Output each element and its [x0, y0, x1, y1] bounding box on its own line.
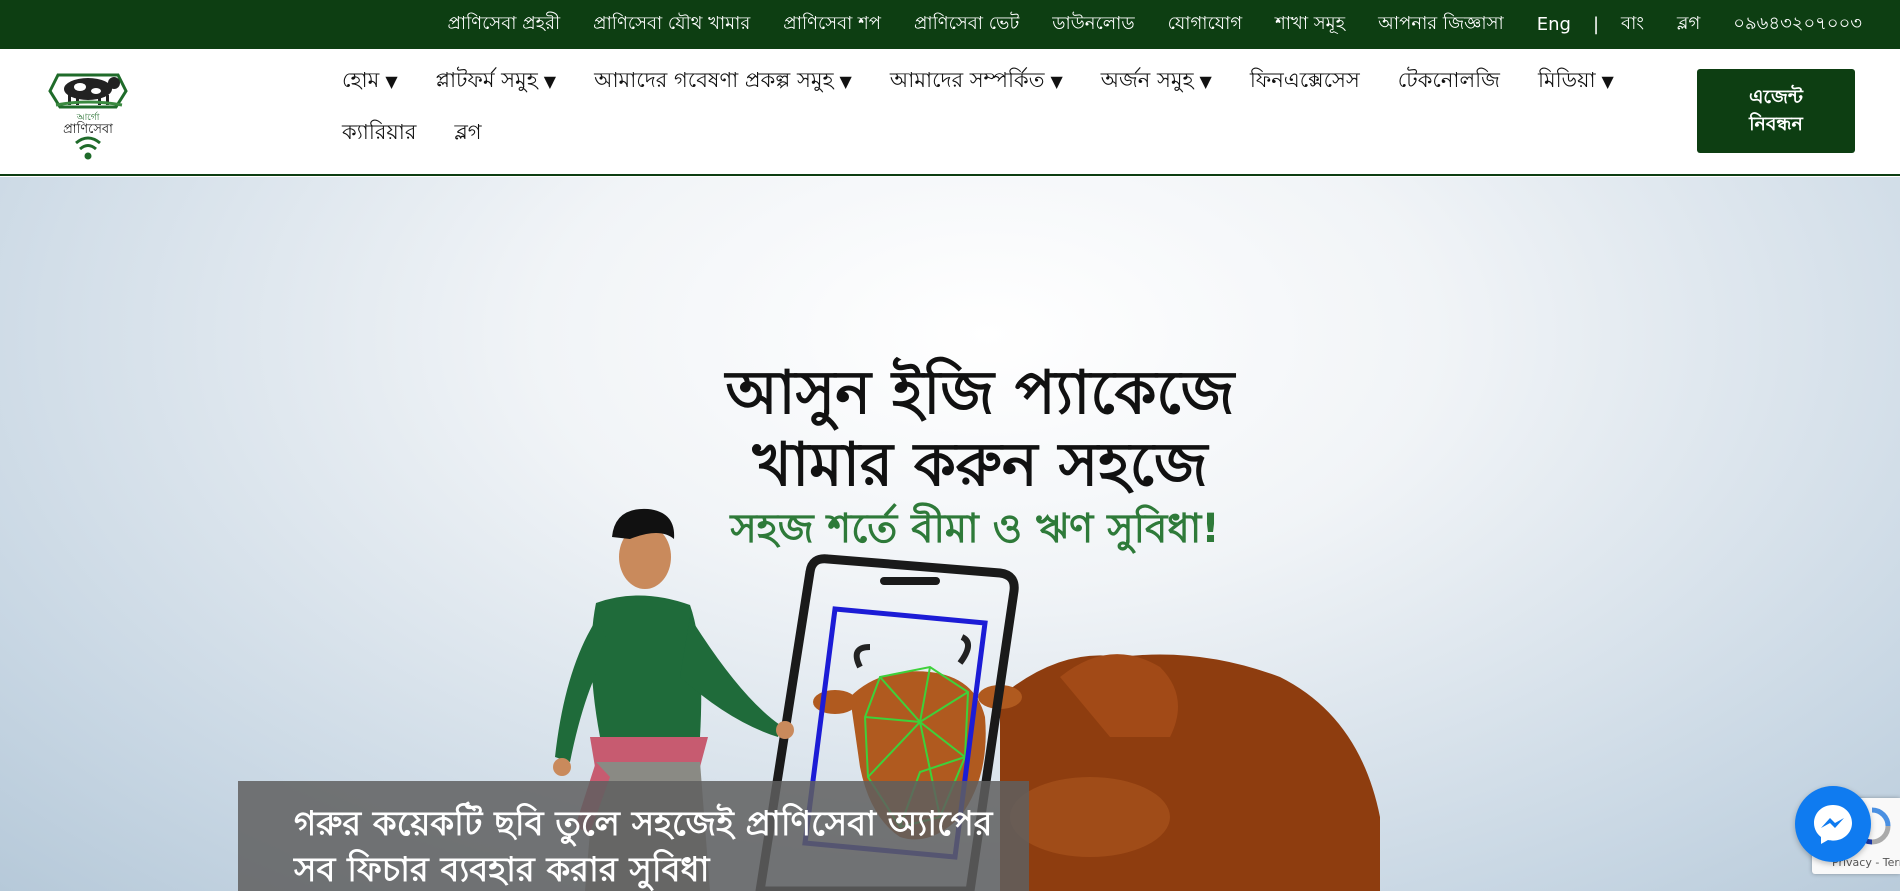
language-english-link[interactable]: Eng [1537, 14, 1571, 35]
caret-down-icon: ▼ [1199, 72, 1212, 91]
topbar-link-blog[interactable]: ব্লগ [1677, 9, 1700, 40]
messenger-chat-button[interactable] [1795, 786, 1871, 862]
agent-button-line1: এজেন্ট [1748, 86, 1804, 108]
site-logo[interactable]: আর্গো প্রাণিসেবা [36, 61, 140, 165]
caret-down-icon: ▼ [1601, 72, 1614, 91]
language-bangla-link[interactable]: বাং [1621, 9, 1644, 40]
nav-item-label: হোম [342, 68, 380, 92]
topbar-link-joutho-khamar[interactable]: প্রাণিসেবা যৌথ খামার [593, 9, 750, 40]
top-bar-links: প্রাণিসেবা প্রহরী প্রাণিসেবা যৌথ খামার প… [414, 0, 1862, 49]
caret-down-icon: ▼ [839, 72, 852, 91]
topbar-link-branches[interactable]: শাখা সমূহ [1275, 9, 1345, 40]
top-bar: প্রাণিসেবা প্রহরী প্রাণিসেবা যৌথ খামার প… [0, 0, 1900, 49]
caret-down-icon: ▼ [385, 72, 398, 91]
nav-item-label: ফিনএক্সেসেস [1249, 68, 1360, 92]
nav-item-label: প্লাটফর্ম সমুহ [435, 68, 538, 92]
nav-item-home[interactable]: হোম ▼ [342, 65, 398, 97]
nav-item-platforms[interactable]: প্লাটফর্ম সমুহ ▼ [436, 65, 556, 97]
nav-item-career[interactable]: ক্যারিয়ার [342, 117, 416, 147]
phone-number[interactable]: ০৯৬৪৩২০৭০০৩ [1733, 9, 1862, 40]
topbar-link-vet[interactable]: প্রাণিসেবা ভেট [914, 9, 1019, 40]
nav-item-label: আমাদের সম্পর্কিত [889, 68, 1045, 92]
nav-item-media[interactable]: মিডিয়া ▼ [1538, 65, 1614, 97]
agent-button-line2: নিবন্ধন [1749, 113, 1803, 135]
caret-down-icon: ▼ [1050, 72, 1063, 91]
topbar-link-contact[interactable]: যোগাযোগ [1168, 9, 1243, 40]
nav-item-label: ব্লগ [454, 120, 482, 144]
nav-item-about[interactable]: আমাদের সম্পর্কিত ▼ [890, 65, 1063, 97]
hero-caption-box: গরুর কয়েকটি ছবি তুলে সহজেই প্রাণিসেবা অ… [238, 781, 1029, 891]
nav-item-label: অর্জন সমুহ [1100, 68, 1194, 92]
messenger-icon [1814, 805, 1852, 844]
topbar-link-prohori[interactable]: প্রাণিসেবা প্রহরী [447, 9, 560, 40]
nav-item-label: টেকনোলজি [1397, 68, 1500, 92]
logo-main-text: প্রাণিসেবা [63, 121, 113, 137]
hero-banner: আসুন ইজি প্যাকেজে খামার করুন সহজে সহজ শর… [0, 177, 1900, 891]
nav-item-label: ক্যারিয়ার [342, 120, 417, 144]
cow-logo-icon: আর্গো প্রাণিসেবা [48, 73, 128, 160]
main-nav: হোম ▼ প্লাটফর্ম সমুহ ▼ আমাদের গবেষণা প্রকল… [342, 65, 1672, 147]
nav-item-achievements[interactable]: অর্জন সমুহ ▼ [1101, 65, 1212, 97]
topbar-link-download[interactable]: ডাউনলোড [1052, 9, 1134, 40]
agent-registration-button[interactable]: এজেন্ট নিবন্ধন [1697, 69, 1855, 153]
nav-item-blog[interactable]: ব্লগ [454, 117, 481, 147]
language-separator: | [1592, 14, 1600, 35]
nav-item-research[interactable]: আমাদের গবেষণা প্রকল্প সমুহ ▼ [594, 65, 852, 97]
main-header: আর্গো প্রাণিসেবা হোম ▼ প্লাটফর্ম সমুহ ▼ আম… [0, 49, 1900, 176]
hero-caption-text: গরুর কয়েকটি ছবি তুলে সহজেই প্রাণিসেবা অ… [294, 804, 993, 890]
topbar-link-shop[interactable]: প্রাণিসেবা শপ [783, 9, 881, 40]
nav-item-finaccesses[interactable]: ফিনএক্সেসেস [1250, 65, 1360, 97]
nav-item-label: আমাদের গবেষণা প্রকল্প সমুহ [594, 68, 834, 92]
nav-item-label: মিডিয়া [1537, 68, 1596, 92]
nav-item-technology[interactable]: টেকনোলজি [1398, 65, 1500, 97]
topbar-link-faq[interactable]: আপনার জিজ্ঞাসা [1378, 9, 1504, 40]
caret-down-icon: ▼ [543, 72, 557, 91]
